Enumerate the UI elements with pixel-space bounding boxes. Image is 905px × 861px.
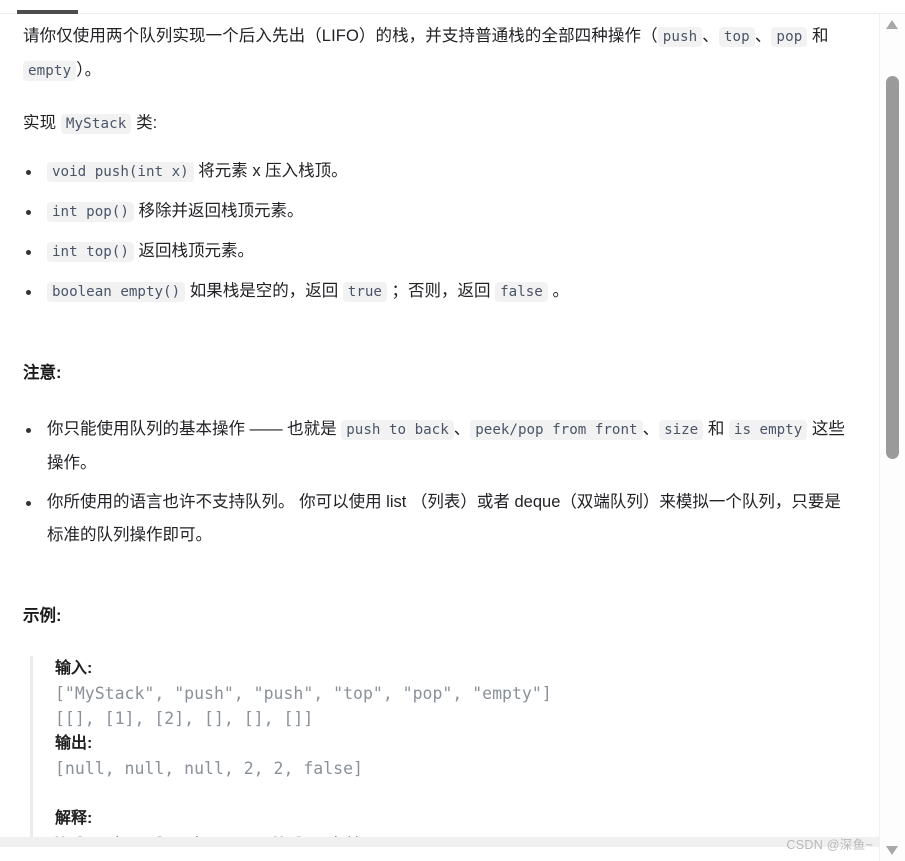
inline-code-top: top xyxy=(718,27,755,47)
intro-sep-1: 、 xyxy=(702,27,719,45)
problem-description-pane: 请你仅使用两个队列实现一个后入先出（LIFO）的栈，并支持普通栈的全部四种操作（… xyxy=(0,14,880,847)
vertical-scrollbar[interactable] xyxy=(879,14,905,861)
inline-code-size: size xyxy=(659,420,704,440)
inline-code-peek-pop-from-front: peek/pop from front xyxy=(470,420,643,440)
example-heading: 示例: xyxy=(23,607,62,625)
intro-text-end: ）。 xyxy=(76,61,102,79)
inline-code-pop: pop xyxy=(771,27,808,47)
list-item: boolean empty() 如果栈是空的，返回 true ；否则，返回 fa… xyxy=(23,275,856,309)
inline-code-empty: empty xyxy=(23,61,77,81)
list-item: void push(int x) 将元素 x 压入栈顶。 xyxy=(23,155,856,189)
inline-code-push: push xyxy=(657,27,703,47)
list-item: 你所使用的语言也许不支持队列。 你可以使用 list （列表）或者 deque（… xyxy=(23,486,856,552)
input-line-2: [[], [1], [2], [], [], []] xyxy=(55,709,314,728)
note-sep-3: 和 xyxy=(703,420,729,438)
method-desc: 返回栈顶元素。 xyxy=(133,242,254,260)
note-lead: 你只能使用队列的基本操作 —— 也就是 xyxy=(47,420,342,438)
output-label: 输出: xyxy=(55,735,93,752)
inline-code-push-to-back: push to back xyxy=(341,420,454,440)
intro-sep-3: 和 xyxy=(807,27,829,45)
note-sep-1: 、 xyxy=(453,420,471,438)
method-list: void push(int x) 将元素 x 压入栈顶。 int pop() 移… xyxy=(23,155,856,309)
inline-code-int-top: int top() xyxy=(47,242,134,262)
notes-list: 你只能使用队列的基本操作 —— 也就是 push to back、 peek/po… xyxy=(23,413,856,552)
intro-sep-2: 、 xyxy=(754,27,772,45)
intro-text-part1: 请你仅使用两个队列实现一个后入先出（LIFO）的栈，并支持普通栈的全部四种操作（ xyxy=(23,27,658,45)
method-desc: 将元素 x 压入栈顶。 xyxy=(193,162,348,180)
input-line-1: ["MyStack", "push", "push", "top", "pop"… xyxy=(55,684,552,703)
list-item: 你只能使用队列的基本操作 —— 也就是 push to back、 peek/po… xyxy=(23,413,856,480)
inline-code-void-push: void push(int x) xyxy=(47,162,194,182)
bottom-edge-strip xyxy=(0,837,880,847)
note-text: 你所使用的语言也许不支持队列。 你可以使用 list （列表）或者 deque（… xyxy=(47,493,841,544)
inline-code-mystack: MyStack xyxy=(60,114,132,134)
output-line: [null, null, null, 2, 2, false] xyxy=(55,759,363,778)
method-desc-3: 。 xyxy=(547,282,569,300)
implement-paragraph: 实现 MyStack 类: xyxy=(23,107,856,141)
inline-code-false: false xyxy=(495,282,548,302)
scroll-up-arrow-icon[interactable] xyxy=(886,20,898,29)
inline-code-is-empty: is empty xyxy=(728,420,808,440)
list-item: int pop() 移除并返回栈顶元素。 xyxy=(23,195,856,229)
inline-code-int-pop: int pop() xyxy=(47,202,134,222)
implement-suffix: 类: xyxy=(131,114,158,132)
explain-label: 解释: xyxy=(55,810,93,827)
scrollbar-track[interactable] xyxy=(880,14,905,861)
note-sep-2: 、 xyxy=(642,420,660,438)
list-item: int top() 返回栈顶元素。 xyxy=(23,235,856,269)
method-desc: 如果栈是空的，返回 xyxy=(185,282,343,300)
implement-prefix: 实现 xyxy=(23,114,61,132)
intro-paragraph: 请你仅使用两个队列实现一个后入先出（LIFO）的栈，并支持普通栈的全部四种操作（… xyxy=(23,20,856,88)
method-desc-2: ；否则，返回 xyxy=(386,282,496,300)
example-block: 输入: ["MyStack", "push", "push", "top", "… xyxy=(30,656,856,847)
blank-line xyxy=(55,781,856,806)
inline-code-boolean-empty: boolean empty() xyxy=(47,282,186,302)
scroll-down-arrow-icon[interactable] xyxy=(886,846,898,855)
inline-code-true: true xyxy=(342,282,387,302)
method-desc: 移除并返回栈顶元素。 xyxy=(133,202,304,220)
notes-heading: 注意: xyxy=(23,364,62,382)
scrollbar-thumb[interactable] xyxy=(886,76,899,459)
input-label: 输入: xyxy=(55,660,93,677)
csdn-watermark: CSDN @深鱼~ xyxy=(786,838,873,852)
